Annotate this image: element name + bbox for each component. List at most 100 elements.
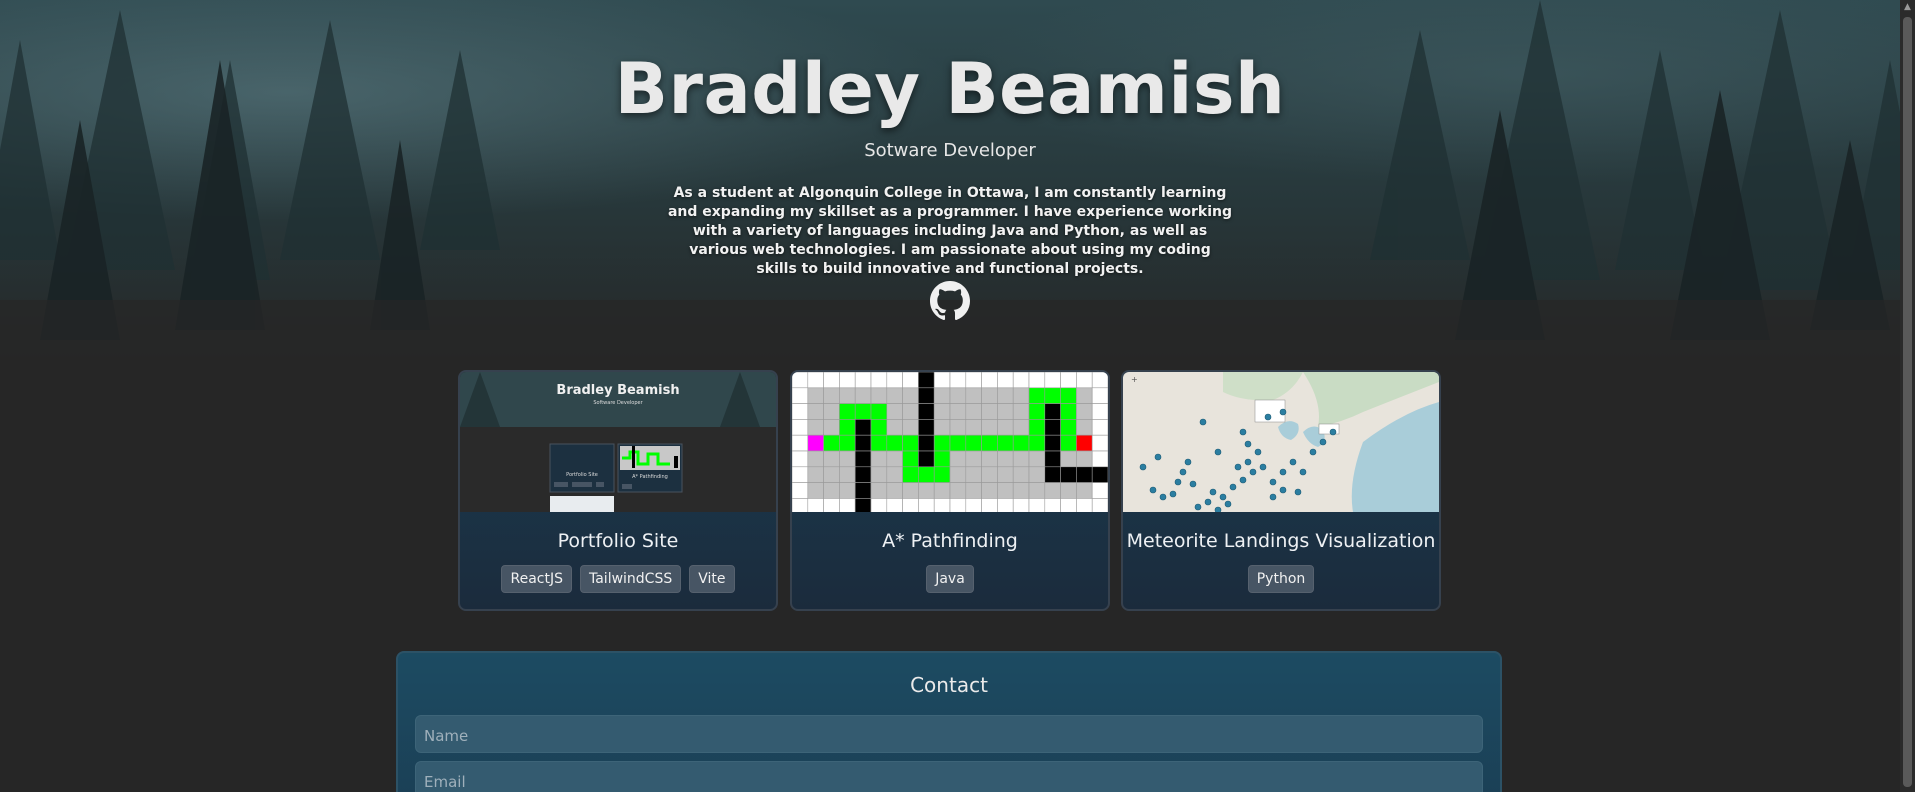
- grid-cell: [1012, 498, 1030, 512]
- grid-cell: [792, 387, 809, 404]
- grid-cell: [933, 450, 951, 468]
- project-card-pathfinding[interactable]: A* Pathfinding Java: [790, 370, 1110, 611]
- grid-cell: [1091, 482, 1108, 499]
- grid-cell: [981, 466, 998, 483]
- grid-cell: [807, 466, 824, 483]
- grid-cell: [870, 450, 888, 468]
- map-marker: [1279, 486, 1287, 494]
- map-marker: [1239, 428, 1247, 436]
- grid-cell: [823, 482, 840, 499]
- grid-cell: [933, 482, 951, 499]
- email-field[interactable]: Email: [415, 761, 1483, 792]
- grid-cell: [870, 403, 888, 420]
- grid-cell: [918, 450, 935, 468]
- grid-cell: [918, 403, 935, 420]
- grid-cell: [839, 434, 856, 452]
- grid-cell: [886, 434, 903, 452]
- map-marker: [1179, 468, 1187, 476]
- grid-cell: [1091, 450, 1108, 468]
- grid-cell: [1044, 372, 1061, 389]
- grid-cell: [933, 403, 951, 420]
- grid-cell: [886, 482, 903, 499]
- project-card-meteorite[interactable]: + Meteorite Landings Visualization Pytho…: [1121, 370, 1441, 611]
- grid-cell: [997, 372, 1014, 389]
- github-link[interactable]: [930, 281, 970, 321]
- grid-cell: [870, 419, 888, 436]
- grid-cell: [949, 372, 967, 389]
- grid-cell: [965, 466, 982, 483]
- grid-cell: [902, 372, 919, 389]
- grid-cell: [1044, 434, 1061, 452]
- tech-tags: Python: [1123, 565, 1439, 593]
- grid-cell: [839, 372, 856, 389]
- grid-cell: [1012, 466, 1030, 483]
- map-marker: [1224, 500, 1232, 508]
- grid-cell: [807, 387, 824, 404]
- grid-cell: [981, 482, 998, 499]
- grid-cell: [1028, 403, 1046, 420]
- grid-cell: [1028, 387, 1046, 404]
- grid-cell: [792, 482, 809, 499]
- grid-cell: [1044, 403, 1061, 420]
- scroll-up-icon[interactable]: ▲: [1900, 0, 1915, 15]
- project-thumbnail: [792, 372, 1108, 512]
- grid-cell: [807, 419, 824, 436]
- grid-cell: [997, 403, 1014, 420]
- scrollbar-thumb[interactable]: [1903, 17, 1912, 787]
- grid-cell: [1060, 403, 1077, 420]
- grid-cell: [870, 372, 888, 389]
- map-marker: [1294, 488, 1302, 496]
- map-marker: [1299, 468, 1307, 476]
- grid-cell: [949, 466, 967, 483]
- grid-cell: [839, 450, 856, 468]
- grid-cell: [807, 450, 824, 468]
- grid-cell: [854, 419, 872, 436]
- grid-cell: [918, 419, 935, 436]
- svg-text:+: +: [1131, 375, 1138, 384]
- grid-cell: [1076, 372, 1093, 389]
- scrollbar[interactable]: ▲: [1900, 0, 1915, 792]
- grid-cell: [933, 498, 951, 512]
- grid-cell: [792, 419, 809, 436]
- contact-heading: Contact: [910, 673, 988, 697]
- tech-tags: Java: [792, 565, 1108, 593]
- grid-cell: [839, 419, 856, 436]
- grid-cell: [965, 498, 982, 512]
- preview-card2-title: A* Pathfinding: [632, 474, 668, 480]
- map-marker: [1319, 438, 1327, 446]
- grid-cell: [981, 403, 998, 420]
- grid-cell: [981, 372, 998, 389]
- grid-cell: [1044, 466, 1061, 483]
- map-marker: [1174, 478, 1182, 486]
- page-title: Bradley Beamish: [614, 48, 1286, 130]
- grid-cell: [1091, 434, 1108, 452]
- grid-cell: [870, 434, 888, 452]
- grid-cell: [902, 419, 919, 436]
- grid-cell: [1060, 372, 1077, 389]
- grid-cell: [1012, 419, 1030, 436]
- grid-cell: [839, 498, 856, 512]
- grid-cell: [1076, 419, 1093, 436]
- grid-cell: [792, 498, 809, 512]
- map-marker: [1214, 448, 1222, 456]
- map-marker: [1234, 463, 1242, 471]
- map-marker: [1199, 418, 1207, 426]
- grid-cell: [854, 434, 872, 452]
- grid-cell: [949, 403, 967, 420]
- grid-cell: [1044, 419, 1061, 436]
- map-marker: [1204, 498, 1212, 506]
- grid-cell: [839, 387, 856, 404]
- grid-cell: [981, 387, 998, 404]
- project-thumbnail: Bradley Beamish Software Developer Portf…: [460, 372, 776, 512]
- grid-cell: [933, 387, 951, 404]
- grid-cell: [949, 387, 967, 404]
- name-field[interactable]: Name: [415, 715, 1483, 753]
- grid-cell: [1028, 466, 1046, 483]
- grid-cell: [997, 434, 1014, 452]
- grid-cell: [1012, 482, 1030, 499]
- grid-cell: [854, 403, 872, 420]
- grid-cell: [807, 434, 824, 452]
- grid-cell: [1060, 434, 1077, 452]
- grid-cell: [997, 450, 1014, 468]
- project-card-portfolio[interactable]: Bradley Beamish Software Developer Portf…: [458, 370, 778, 611]
